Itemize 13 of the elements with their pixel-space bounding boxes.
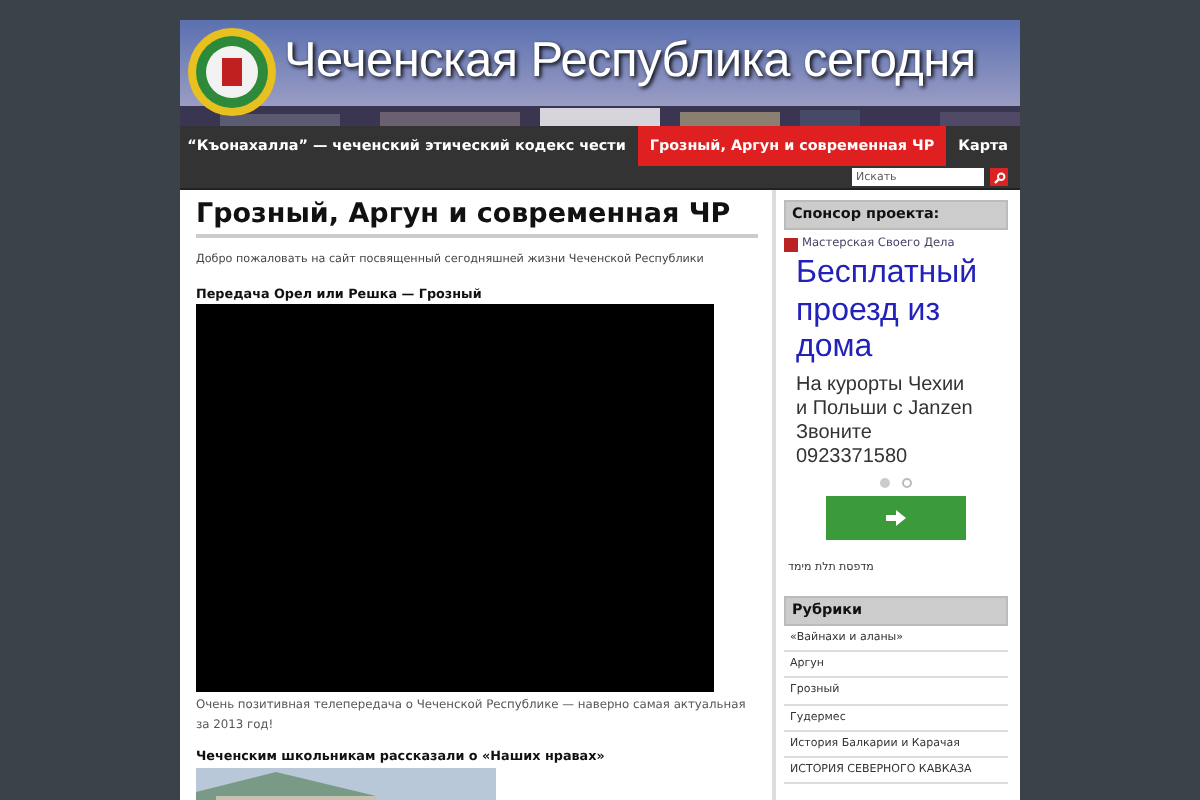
advertiser-icon <box>784 237 798 252</box>
site-title: Чеченская Республика сегодня <box>284 32 976 91</box>
ad-button[interactable] <box>826 495 966 540</box>
search-button[interactable] <box>990 168 1008 186</box>
carousel-dot[interactable] <box>902 477 912 488</box>
ad-text: На курорты Чехии и Польши с Janzen Звоните 0923371580 <box>794 373 975 470</box>
carousel-dot[interactable] <box>880 477 890 488</box>
video-player[interactable] <box>196 304 714 693</box>
search-icon <box>993 171 1005 183</box>
arrow-icon <box>886 509 906 526</box>
ad-headline[interactable]: Бесплатный проезд из дома <box>784 256 1008 366</box>
page-title: Грозный, Аргун и современная ЧР <box>196 198 758 239</box>
emblem-icon <box>186 26 278 118</box>
